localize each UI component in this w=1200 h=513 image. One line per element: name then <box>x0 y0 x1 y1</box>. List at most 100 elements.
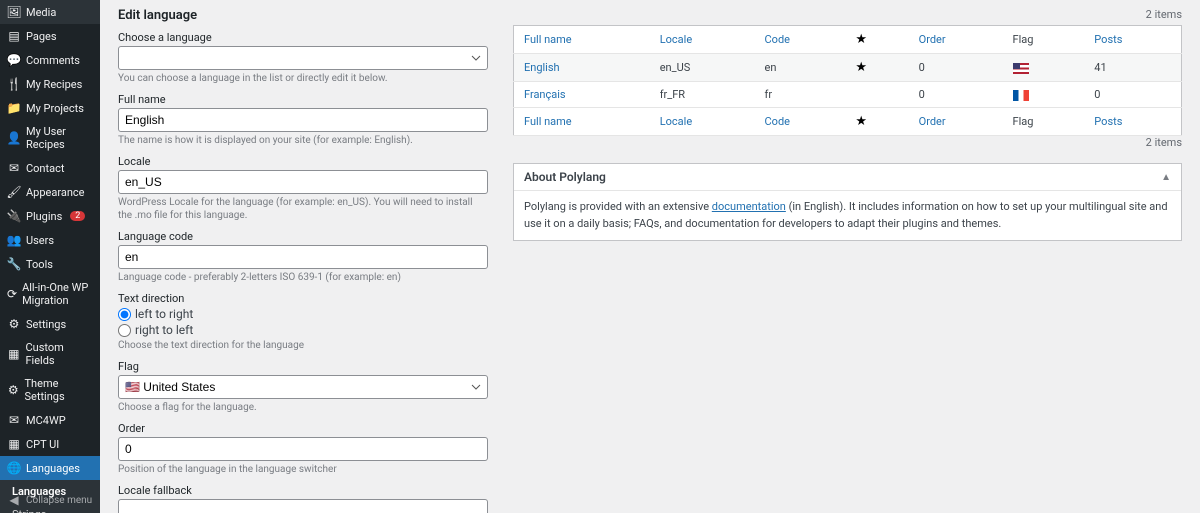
col-locale-foot[interactable]: Locale <box>660 115 692 128</box>
choose-language-help: You can choose a language in the list or… <box>118 72 488 85</box>
sidebar-item-languages[interactable]: 🌐Languages <box>0 456 100 480</box>
about-polylang-box: About Polylang ▲ Polylang is provided wi… <box>513 163 1182 241</box>
sidebar-item-theme-settings[interactable]: ⚙Theme Settings <box>0 372 100 408</box>
sidebar-icon: ▦ <box>7 347 20 361</box>
sidebar-item-label: Media <box>26 6 56 19</box>
sidebar-item-mc4wp[interactable]: ✉ MC4WP <box>0 408 100 432</box>
collapse-icon: ◀ <box>7 493 21 507</box>
lang-code: fr <box>755 82 846 108</box>
sidebar-item-pages[interactable]: ▤Pages <box>0 24 100 48</box>
order-label: Order <box>118 422 488 435</box>
lang-locale: fr_FR <box>650 82 755 108</box>
sidebar-item-label: Tools <box>26 258 53 271</box>
col-posts[interactable]: Posts <box>1094 33 1122 46</box>
sidebar-icon: 👥 <box>7 233 21 247</box>
text-direction-label: Text direction <box>118 292 488 305</box>
flag-select[interactable]: 🇺🇸 United States <box>118 375 488 399</box>
about-heading: About Polylang <box>524 170 606 184</box>
language-code-input[interactable] <box>118 245 488 269</box>
table-row: Français fr_FRfr 0 0 <box>514 82 1182 108</box>
sidebar-item-label: Appearance <box>26 186 85 199</box>
sidebar-item-custom-fields[interactable]: ▦Custom Fields <box>0 336 100 372</box>
sidebar-item-my-user-recipes[interactable]: 👤 My User Recipes <box>0 120 100 156</box>
sidebar-item-contact[interactable]: ✉ Contact <box>0 156 100 180</box>
sidebar-icon: ✉ <box>7 413 21 427</box>
sidebar-icon: 🔌 <box>7 209 21 223</box>
col-code[interactable]: Code <box>765 33 790 46</box>
col-order[interactable]: Order <box>919 33 946 46</box>
flag-help: Choose a flag for the language. <box>118 401 488 414</box>
sidebar-item-all-in-one-wp-migration[interactable]: ⟳ All-in-One WP Migration <box>0 276 100 312</box>
sidebar-item-label: MC4WP <box>26 414 66 427</box>
lang-name-link[interactable]: English <box>524 61 560 74</box>
sidebar-item-users[interactable]: 👥Users <box>0 228 100 252</box>
rtl-label: right to left <box>135 323 193 337</box>
sidebar-item-label: Theme Settings <box>24 377 93 403</box>
locale-input[interactable] <box>118 170 488 194</box>
lang-name-link[interactable]: Français <box>524 88 566 101</box>
full-name-help: The name is how it is displayed on your … <box>118 134 488 147</box>
col-locale[interactable]: Locale <box>660 33 692 46</box>
sidebar-item-my-projects[interactable]: 📁My Projects <box>0 96 100 120</box>
about-text-pre: Polylang is provided with an extensive <box>524 200 712 213</box>
col-full-name[interactable]: Full name <box>524 33 572 46</box>
sidebar-item-plugins[interactable]: 🔌Plugins2 <box>0 204 100 228</box>
sidebar-item-label: My Recipes <box>26 78 82 91</box>
sidebar-item-appearance[interactable]: 🖌 Appearance <box>0 180 100 204</box>
flag-label: Flag <box>118 360 488 373</box>
sidebar-item-label: My Projects <box>26 102 84 115</box>
sidebar-item-label: My User Recipes <box>26 125 93 151</box>
full-name-label: Full name <box>118 93 488 106</box>
sidebar-icon: ✉ <box>7 161 21 175</box>
lang-locale: en_US <box>650 54 755 82</box>
sidebar-icon: 🍴 <box>7 77 21 91</box>
sidebar-item-label: Settings <box>26 318 66 331</box>
sidebar-item-label: Plugins <box>26 210 62 223</box>
sidebar-icon: ⚙ <box>7 317 21 331</box>
main-content: Edit language Choose a language You can … <box>100 0 1200 513</box>
order-help: Position of the language in the language… <box>118 463 488 476</box>
choose-language-select[interactable] <box>118 46 488 70</box>
language-code-help: Language code - preferably 2-letters ISO… <box>118 271 488 284</box>
full-name-input[interactable] <box>118 108 488 132</box>
sidebar-item-tools[interactable]: 🔧Tools <box>0 252 100 276</box>
languages-table: Full name Locale Code ★ Order Flag Posts… <box>513 25 1182 136</box>
documentation-link[interactable]: documentation <box>712 200 786 213</box>
sidebar-item-label: Pages <box>26 30 57 43</box>
flag-icon-fr <box>1013 90 1029 101</box>
col-full-name-foot[interactable]: Full name <box>524 115 572 128</box>
col-flag-foot: Flag <box>1003 108 1085 136</box>
sidebar-icon: ⟳ <box>7 287 17 301</box>
sidebar-item-media[interactable]: 🖼Media <box>0 0 100 24</box>
sidebar-icon: 👤 <box>7 131 21 145</box>
sidebar-item-comments[interactable]: 💬Comments <box>0 48 100 72</box>
col-code-foot[interactable]: Code <box>765 115 790 128</box>
locale-help: WordPress Locale for the language (for e… <box>118 196 488 222</box>
col-posts-foot[interactable]: Posts <box>1094 115 1122 128</box>
items-count-bottom: 2 items <box>513 136 1182 149</box>
sidebar-item-settings[interactable]: ⚙ Settings <box>0 312 100 336</box>
sidebar-item-my-recipes[interactable]: 🍴 My Recipes <box>0 72 100 96</box>
collapse-menu-button[interactable]: ◀ Collapse menu <box>0 487 100 513</box>
ltr-radio[interactable] <box>118 308 131 321</box>
sidebar-icon: 🖌 <box>7 185 21 199</box>
sidebar-item-cpt-ui[interactable]: ▦CPT UI <box>0 432 100 456</box>
rtl-radio[interactable] <box>118 324 131 337</box>
locale-label: Locale <box>118 155 488 168</box>
lang-code: en <box>755 54 846 82</box>
lang-order: 0 <box>909 82 1003 108</box>
order-input[interactable] <box>118 437 488 461</box>
ltr-label: left to right <box>135 307 193 321</box>
sidebar-item-label: Contact <box>26 162 64 175</box>
lang-posts: 0 <box>1084 82 1181 108</box>
choose-language-label: Choose a language <box>118 31 488 44</box>
col-flag: Flag <box>1003 26 1085 54</box>
toggle-icon[interactable]: ▲ <box>1161 172 1171 183</box>
table-row: Englishen_USen★041 <box>514 54 1182 82</box>
lang-posts: 41 <box>1084 54 1181 82</box>
language-code-label: Language code <box>118 230 488 243</box>
sidebar-item-label: All-in-One WP Migration <box>22 281 93 307</box>
col-order-foot[interactable]: Order <box>919 115 946 128</box>
items-count-top: 2 items <box>513 8 1182 21</box>
locale-fallback-input[interactable] <box>118 499 488 513</box>
